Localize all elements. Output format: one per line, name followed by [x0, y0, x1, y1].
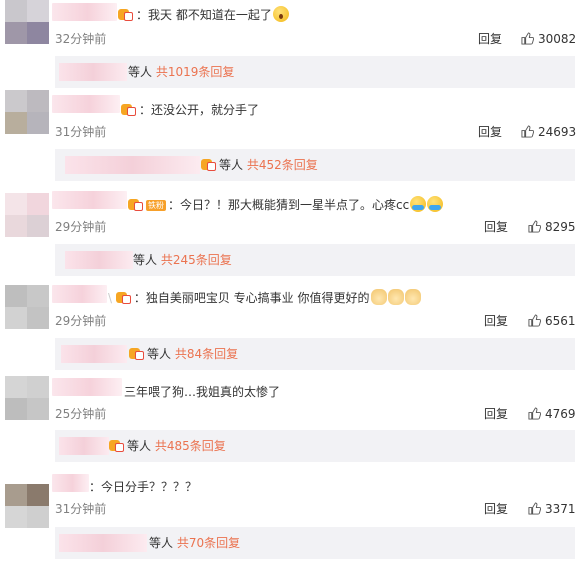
username-redacted	[65, 251, 133, 269]
peace-hand-icon	[404, 289, 421, 305]
sub-replies-count[interactable]: 共452条回复	[247, 158, 318, 172]
sub-replies-summary[interactable]: 等人 共1019条回复	[128, 64, 234, 80]
like-count: 3371	[545, 502, 576, 516]
sub-replies-bar[interactable]: 等人 共452条回复	[55, 149, 575, 181]
comment-text: ：还没公开，就分手了	[139, 103, 260, 117]
avatar[interactable]	[5, 193, 49, 237]
sub-replies-summary[interactable]: 等人 共84条回复	[129, 346, 238, 362]
fan-tag: 铁粉	[146, 200, 166, 211]
username-redacted	[59, 437, 109, 455]
comment-text-row: 三年喂了狗…我姐真的太惨了	[124, 382, 280, 402]
username-redacted[interactable]	[52, 3, 117, 21]
avatar[interactable]	[5, 484, 49, 528]
comment-text: ：独自美丽吧宝贝 专心搞事业 你值得更好的	[133, 291, 370, 305]
like-count: 4769	[545, 407, 576, 421]
member-badge-icon	[115, 290, 132, 304]
timestamp: 29分钟前	[55, 220, 107, 234]
sub-replies-summary[interactable]: 等人 共70条回复	[149, 535, 240, 551]
sub-replies-prefix: 等人	[219, 158, 244, 172]
timestamp: 31分钟前	[55, 502, 107, 516]
sub-replies-bar[interactable]: 等人 共1019条回复	[55, 56, 575, 88]
comment-text: 三年喂了狗…我姐真的太惨了	[124, 385, 281, 399]
like-button[interactable]: 4769	[528, 406, 576, 422]
reply-button[interactable]: 回复	[478, 31, 502, 47]
sub-replies-prefix: 等人	[127, 439, 152, 453]
username-redacted	[59, 63, 127, 81]
comment-text: ：今日分手？？？？	[89, 480, 198, 494]
member-badge-icon	[128, 197, 144, 211]
member-badge-icon	[129, 346, 145, 360]
sub-replies-bar[interactable]: 等人 共70条回复	[55, 527, 575, 559]
timestamp: 32分钟前	[55, 32, 107, 46]
shock-emoji-icon	[272, 6, 289, 22]
member-badge-icon	[201, 157, 217, 171]
member-badge-icon	[109, 438, 125, 452]
thumbs-up-icon	[521, 125, 534, 138]
sub-replies-summary[interactable]: 等人 共485条回复	[109, 438, 226, 454]
sub-replies-count[interactable]: 共1019条回复	[156, 65, 235, 79]
reply-button[interactable]: 回复	[484, 501, 508, 517]
username-redacted	[61, 345, 127, 363]
like-count: 24693	[538, 125, 577, 139]
sub-replies-bar[interactable]: 等人 共485条回复	[55, 430, 575, 462]
comment-text: ：我天 都不知道在一起了	[136, 8, 272, 22]
thumbs-up-icon	[521, 32, 534, 45]
sub-replies-count[interactable]: 共70条回复	[177, 536, 240, 550]
reply-button[interactable]: 回复	[478, 124, 502, 140]
sub-replies-count[interactable]: 共84条回复	[175, 347, 238, 361]
like-count: 8295	[545, 220, 576, 234]
like-button[interactable]: 24693	[521, 124, 576, 140]
thumbs-up-icon	[528, 220, 541, 233]
username-redacted	[65, 156, 200, 174]
reply-button[interactable]: 回复	[484, 219, 508, 235]
like-count: 6561	[545, 314, 576, 328]
comment-text-row: \ ：独自美丽吧宝贝 专心搞事业 你值得更好的	[108, 288, 421, 308]
sub-replies-count[interactable]: 共245条回复	[161, 253, 232, 267]
reply-button[interactable]: 回复	[484, 313, 508, 329]
thumbs-up-icon	[528, 502, 541, 515]
username-redacted[interactable]	[52, 285, 107, 303]
comment-text-row: ：今日分手？？？？	[89, 477, 197, 497]
peace-hand-icon	[387, 289, 404, 305]
username-redacted[interactable]	[52, 191, 127, 209]
avatar[interactable]	[5, 376, 49, 420]
like-count: 30082	[538, 32, 577, 46]
thumbs-up-icon	[528, 314, 541, 327]
comment-text-row: 铁粉 ：今日？！那大概能猜到一星半点了。心疼cc	[128, 195, 444, 215]
reply-button[interactable]: 回复	[484, 406, 508, 422]
like-button[interactable]: 30082	[521, 31, 576, 47]
username-redacted	[59, 534, 147, 552]
like-button[interactable]: 6561	[528, 313, 576, 329]
sub-replies-prefix: 等人	[147, 347, 172, 361]
timestamp: 31分钟前	[55, 125, 107, 139]
sub-replies-bar[interactable]: 等人 共245条回复	[55, 244, 575, 276]
username-redacted[interactable]	[52, 474, 89, 492]
avatar[interactable]	[5, 285, 49, 329]
comment-text-row: ：还没公开，就分手了	[121, 100, 259, 120]
sub-replies-summary[interactable]: 等人 共245条回复	[133, 252, 232, 268]
peace-hand-icon	[370, 289, 387, 305]
comment-text: ：今日？！那大概能猜到一星半点了。心疼cc	[168, 198, 410, 212]
avatar[interactable]	[5, 0, 49, 44]
sub-replies-prefix: 等人	[133, 253, 158, 267]
username-redacted[interactable]	[52, 378, 122, 396]
sub-replies-bar[interactable]: 等人 共84条回复	[55, 338, 575, 370]
sub-replies-summary[interactable]: 等人 共452条回复	[201, 157, 318, 173]
timestamp: 29分钟前	[55, 314, 107, 328]
cry-emoji-icon	[410, 196, 427, 212]
member-badge-icon	[121, 102, 137, 116]
sub-replies-count[interactable]: 共485条回复	[155, 439, 226, 453]
cry-emoji-icon	[427, 196, 444, 212]
sub-replies-prefix: 等人	[149, 536, 174, 550]
username-redacted[interactable]	[52, 95, 120, 113]
sub-replies-prefix: 等人	[128, 65, 153, 79]
like-button[interactable]: 8295	[528, 219, 576, 235]
like-button[interactable]: 3371	[528, 501, 576, 517]
thumbs-up-icon	[528, 407, 541, 420]
timestamp: 25分钟前	[55, 407, 107, 421]
comment-text-row: ：我天 都不知道在一起了	[118, 5, 289, 25]
member-badge-icon	[118, 7, 134, 21]
avatar[interactable]	[5, 90, 49, 134]
